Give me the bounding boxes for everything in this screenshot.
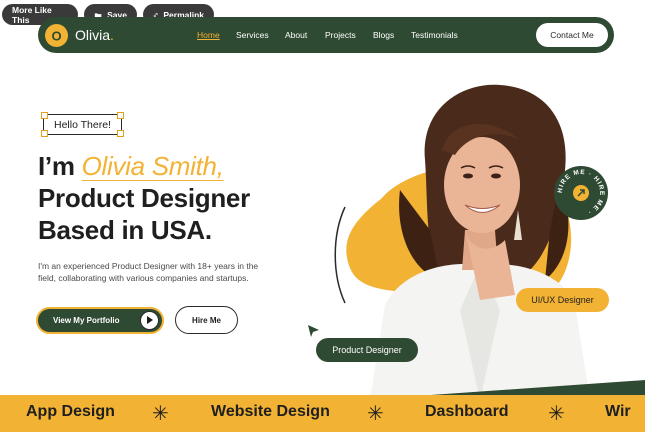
corner-handle <box>41 130 48 137</box>
nav-link-services[interactable]: Services <box>236 30 269 40</box>
logo-name: Olivia <box>75 27 111 43</box>
view-portfolio-label: View My Portfolio <box>53 316 120 325</box>
asterisk-icon: ✳ <box>367 403 384 425</box>
page: More Like This Save Permalink O Olivia. … <box>0 0 645 432</box>
hello-tag: Hello There! <box>41 112 124 137</box>
logo-dot: . <box>110 27 114 43</box>
hire-me-badge[interactable]: HIRE ME · HIRE ME · <box>553 165 609 221</box>
logo-icon[interactable]: O <box>45 24 68 47</box>
heading-prefix: I’m <box>38 151 82 181</box>
marquee-item: Website Design <box>211 403 330 420</box>
corner-handle <box>117 112 124 119</box>
pointer-arrow-icon <box>308 325 319 337</box>
nav-link-home[interactable]: Home <box>197 30 220 40</box>
play-icon <box>140 311 159 330</box>
marquee-item: App Design <box>26 403 115 420</box>
heading-line2: Product Designer <box>38 183 250 213</box>
skills-marquee: App Design ✳ Website Design ✳ Dashboard … <box>0 395 645 432</box>
corner-handle <box>41 112 48 119</box>
hello-label: Hello There! <box>53 118 111 131</box>
nav-link-testimonials[interactable]: Testimonials <box>411 30 458 40</box>
heading-name: Olivia Smith, <box>81 151 224 181</box>
logo-letter: O <box>51 28 62 43</box>
nav-link-about[interactable]: About <box>285 30 307 40</box>
hero-description: I'm an experienced Product Designer with… <box>38 261 259 283</box>
nav-link-projects[interactable]: Projects <box>325 30 356 40</box>
nav-link-blogs[interactable]: Blogs <box>373 30 394 40</box>
uiux-designer-badge: UI/UX Designer <box>516 288 609 312</box>
marquee-item: Dashboard <box>425 403 509 420</box>
navbar: O Olivia. Home Services About Projects B… <box>38 17 614 53</box>
logo-text[interactable]: Olivia. <box>75 27 114 43</box>
contact-me-button[interactable]: Contact Me <box>536 23 608 47</box>
product-designer-badge: Product Designer <box>316 338 418 362</box>
hero-heading: I’m Olivia Smith, Product Designer Based… <box>38 150 250 246</box>
view-portfolio-button[interactable]: View My Portfolio <box>36 307 164 334</box>
heading-line3: Based in USA. <box>38 215 212 245</box>
corner-handle <box>117 130 124 137</box>
asterisk-icon: ✳ <box>548 403 565 425</box>
asterisk-icon: ✳ <box>152 403 169 425</box>
marquee-item: Wir <box>605 403 631 420</box>
hire-me-button[interactable]: Hire Me <box>175 306 238 334</box>
